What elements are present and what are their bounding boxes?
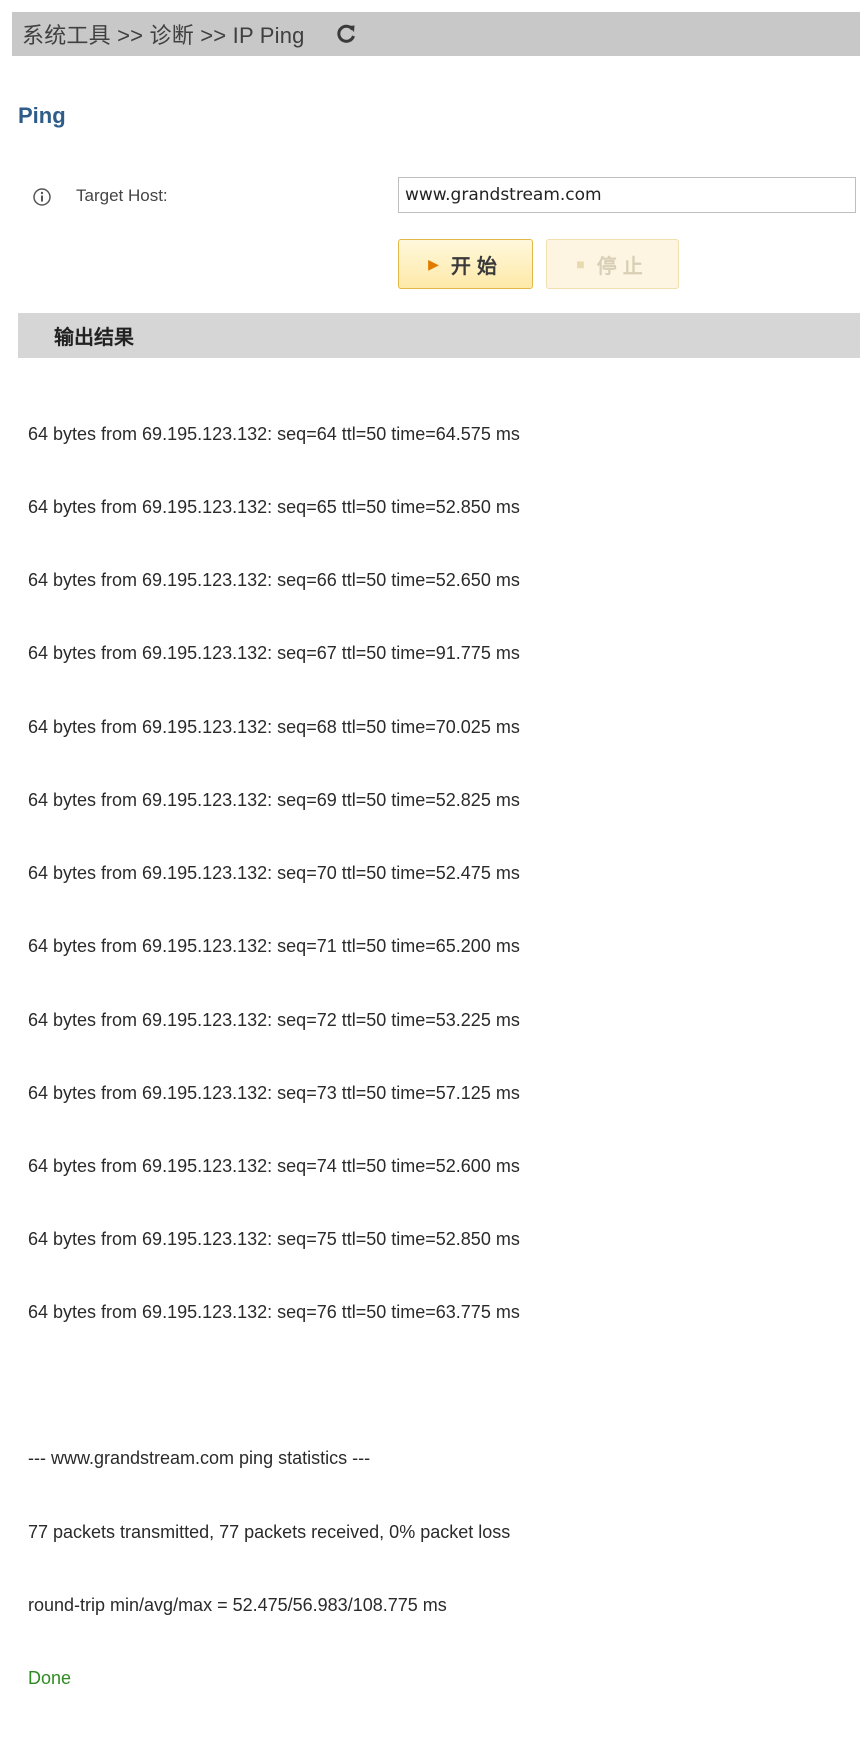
output-line: 64 bytes from 69.195.123.132: seq=74 ttl… bbox=[28, 1156, 520, 1176]
output-header: 输出结果 bbox=[18, 313, 860, 358]
output-line: 64 bytes from 69.195.123.132: seq=68 ttl… bbox=[28, 716, 520, 737]
section-title: Ping bbox=[18, 103, 66, 128]
stop-button[interactable]: ■ 停止 bbox=[546, 239, 679, 289]
output-line: 64 bytes from 69.195.123.132: seq=76 ttl… bbox=[28, 1302, 520, 1323]
output-line: 64 bytes from 69.195.123.132: seq=75 ttl… bbox=[28, 1229, 520, 1250]
output-line: 64 bytes from 69.195.123.132: seq=65 ttl… bbox=[28, 497, 520, 518]
output-line: 64 bytes from 69.195.123.132: seq=70 ttl… bbox=[28, 863, 520, 884]
start-button-label: 开始 bbox=[450, 255, 503, 278]
target-host-input[interactable] bbox=[398, 177, 856, 213]
ping-statistics: --- www.grandstream.com ping statistics … bbox=[28, 1398, 858, 1740]
start-button[interactable]: ▶ 开始 bbox=[398, 239, 533, 289]
stop-icon: ■ bbox=[576, 256, 585, 272]
output-log: 64 bytes from 69.195.123.132: seq=64 ttl… bbox=[28, 373, 858, 1764]
breadcrumb: 系统工具 >> 诊断 >> IP Ping bbox=[12, 12, 860, 56]
stats-header: --- www.grandstream.com ping statistics … bbox=[28, 1448, 371, 1469]
play-icon: ▶ bbox=[428, 255, 439, 272]
output-line: 64 bytes from 69.195.123.132: seq=67 ttl… bbox=[28, 643, 520, 664]
output-line: 64 bytes from 69.195.123.132: seq=64 ttl… bbox=[28, 423, 520, 444]
stats-packets: 77 packets transmitted, 77 packets recei… bbox=[28, 1521, 511, 1542]
output-line: 64 bytes from 69.195.123.132: seq=71 ttl… bbox=[28, 936, 520, 957]
breadcrumb-text: 系统工具 >> 诊断 >> IP Ping bbox=[22, 23, 305, 48]
status-done: Done bbox=[28, 1668, 72, 1689]
refresh-icon[interactable] bbox=[335, 23, 357, 45]
output-line: 64 bytes from 69.195.123.132: seq=66 ttl… bbox=[28, 570, 520, 591]
stop-button-label: 停止 bbox=[596, 255, 649, 278]
stats-rtt: round-trip min/avg/max = 52.475/56.983/1… bbox=[28, 1594, 447, 1615]
output-line: 64 bytes from 69.195.123.132: seq=69 ttl… bbox=[28, 789, 520, 810]
info-icon[interactable] bbox=[32, 187, 52, 207]
output-line: 64 bytes from 69.195.123.132: seq=72 ttl… bbox=[28, 1009, 520, 1030]
target-host-label: Target Host: bbox=[76, 186, 168, 205]
output-header-title: 输出结果 bbox=[54, 327, 134, 349]
target-host-row: Target Host: bbox=[18, 177, 860, 217]
output-line: 64 bytes from 69.195.123.132: seq=73 ttl… bbox=[28, 1082, 520, 1103]
